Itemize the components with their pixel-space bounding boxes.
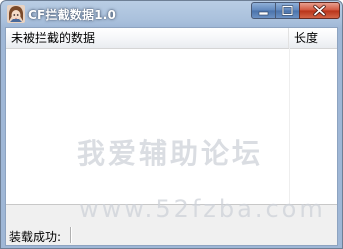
client-area: 未被拦截的数据 长度 装载成功: [5, 27, 338, 246]
window-title: CF拦截数据1.0 [28, 8, 117, 22]
app-window: CF拦截数据1.0 未被拦截的数据 长度 装载成功: 我爱辅助论坛 www.52… [0, 0, 343, 249]
anime-character-app-icon [7, 5, 25, 23]
minimize-button[interactable] [251, 2, 276, 19]
column-header-unblocked-data[interactable]: 未被拦截的数据 [6, 28, 289, 48]
status-separator [70, 227, 71, 243]
maximize-icon [281, 5, 294, 16]
close-button[interactable] [299, 2, 340, 19]
status-label: 装载成功: [9, 230, 62, 244]
maximize-button[interactable] [275, 2, 300, 19]
data-list-view[interactable]: 未被拦截的数据 长度 [6, 28, 337, 205]
title-bar[interactable]: CF拦截数据1.0 [1, 1, 342, 27]
minimize-icon [258, 11, 269, 16]
close-icon [313, 4, 326, 17]
list-header: 未被拦截的数据 长度 [6, 28, 337, 49]
status-bar: 装载成功: [6, 225, 337, 245]
column-header-length[interactable]: 长度 [289, 28, 337, 48]
column-divider [289, 48, 290, 204]
